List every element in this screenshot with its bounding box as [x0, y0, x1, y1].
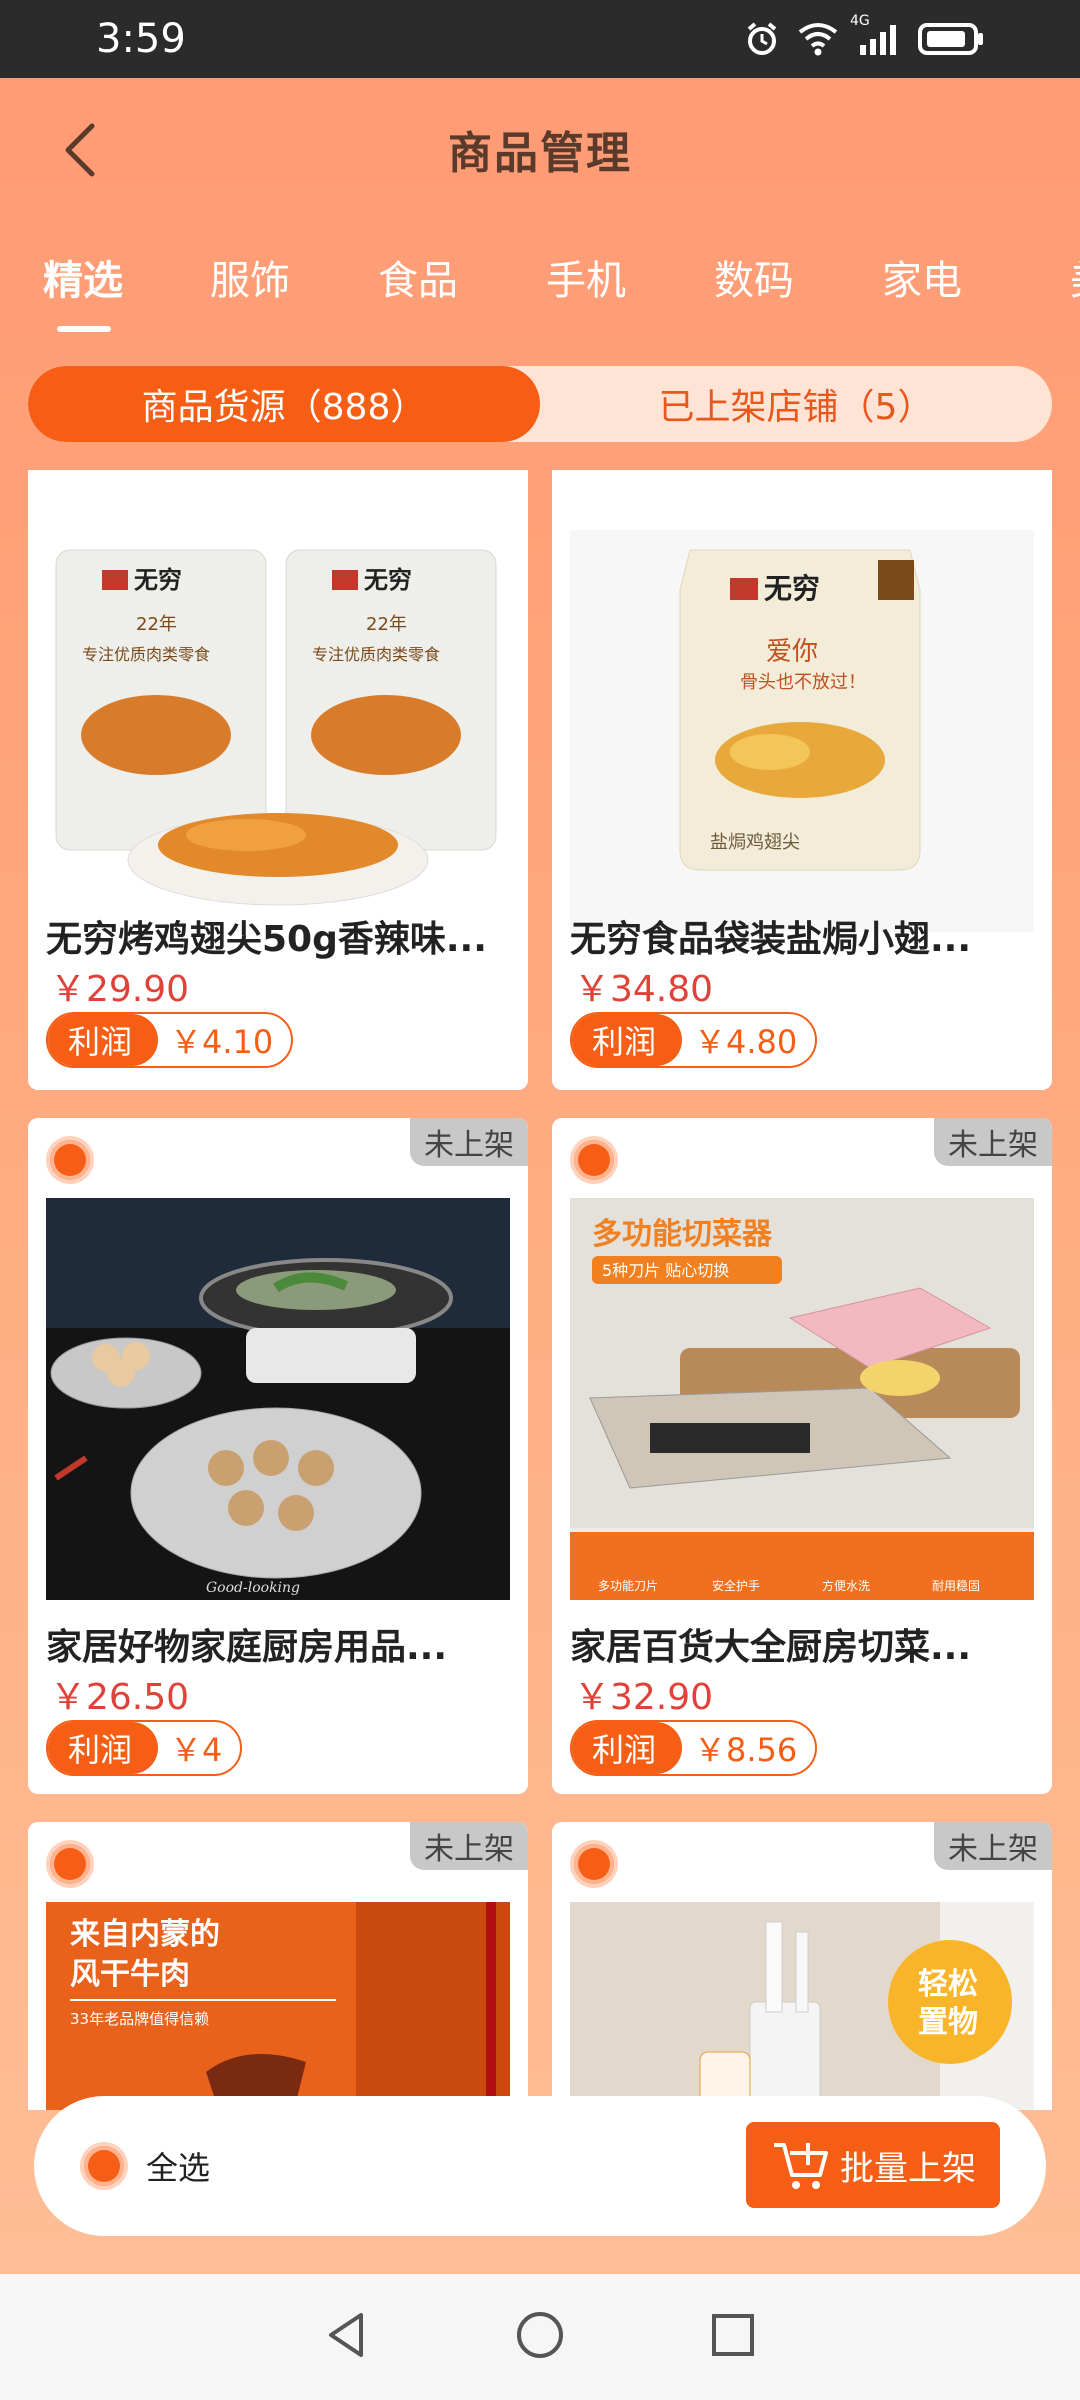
chevron-left-icon [65, 123, 95, 177]
storage-text-2: 置物 [918, 2005, 978, 2040]
status-badge: 未上架 [934, 1118, 1052, 1166]
product-name: 家居百货大全厨房切菜... [570, 1627, 972, 1668]
status-bar: 3:59 4G [0, 0, 1080, 78]
product-price: ￥29.90 [50, 969, 190, 1010]
bag-years-text-2: 22年 [366, 614, 407, 635]
tab-apparel[interactable]: 服饰 [166, 230, 334, 306]
bag-brand-text: 无穷 [134, 566, 182, 594]
product-image: 无穷 爱你 骨头也不放过！ 盐焗鸡翅尖 [570, 530, 1034, 932]
profit-value: ￥4.10 [170, 1023, 274, 1061]
profit-label: 利润 [48, 1722, 159, 1774]
batch-list-label: 批量上架 [840, 2148, 976, 2189]
slicer-feature-2: 安全护手 [712, 1578, 760, 1593]
slicer-sub-text: 5种刀片 贴心切换 [602, 1261, 729, 1280]
profit-label: 利润 [48, 1014, 159, 1066]
product-name: 无穷烤鸡翅尖50g香辣味... [46, 919, 487, 960]
header: 商品管理 [0, 84, 1080, 214]
product-price: ￥26.50 [50, 1677, 190, 1718]
select-radio[interactable] [46, 1136, 94, 1184]
product-image: Good-looking [46, 1198, 510, 1600]
tab-featured[interactable]: 精选 [0, 230, 166, 332]
select-radio[interactable] [570, 1840, 618, 1888]
profit-tag: 利润 ￥4.80 [570, 1012, 818, 1068]
nav-recents-icon[interactable] [707, 2309, 759, 2365]
tab-digital[interactable]: 数码 [670, 230, 838, 306]
beef-title-2: 风干牛肉 [70, 1957, 190, 1992]
bag-brand-text-3: 无穷 [764, 572, 820, 605]
status-time: 3:59 [96, 16, 186, 62]
bag-brand-text-2: 无穷 [364, 566, 412, 594]
slicer-feature-1: 多功能刀片 [598, 1579, 658, 1593]
bottom-action-bar: 全选 批量上架 [34, 2096, 1046, 2236]
bag-love-sub-text: 骨头也不放过！ [740, 672, 866, 693]
product-price: ￥34.80 [574, 969, 714, 1010]
status-badge: 未上架 [934, 1822, 1052, 1870]
status-icons: 4G [744, 13, 984, 57]
profit-label: 利润 [572, 1014, 683, 1066]
bag-years-text: 22年 [136, 614, 177, 635]
select-all-label: 全选 [146, 2149, 211, 2187]
source-segment: 商品货源（888） 已上架店铺（5） [28, 366, 1052, 442]
tab-beauty[interactable]: 美 [1006, 230, 1080, 306]
product-card[interactable]: 未上架 多功能切菜器 5种刀片 贴心切换 多功能刀片 安全护手 方便水洗 耐用稳… [552, 1118, 1052, 1794]
alarm-icon [744, 21, 780, 57]
bag-tagline-text-2: 专注优质肉类零食 [312, 645, 440, 664]
profit-tag: 利润 ￥8.56 [570, 1720, 818, 1776]
status-badge: 未上架 [410, 1118, 528, 1166]
network-type: 4G [850, 13, 870, 29]
product-card[interactable]: 未上架 轻松 置物 [552, 1822, 1052, 2110]
beef-sub: 33年老品牌值得信赖 [70, 2010, 209, 2028]
product-name: 家居好物家庭厨房用品... [46, 1627, 448, 1668]
select-radio[interactable] [46, 1840, 94, 1888]
back-button[interactable] [50, 120, 110, 180]
select-all-toggle[interactable]: 全选 [80, 2142, 210, 2190]
product-image: 无穷 22年 专注优质肉类零食 无穷 22年 专注优质肉类零食 [46, 530, 510, 932]
tab-appliances[interactable]: 家电 [838, 230, 1006, 306]
batch-list-button[interactable]: 批量上架 [746, 2122, 1000, 2208]
select-radio[interactable] [570, 1136, 618, 1184]
tab-food[interactable]: 食品 [334, 230, 502, 306]
profit-label: 利润 [572, 1722, 683, 1774]
slicer-feature-4: 耐用稳固 [932, 1578, 980, 1593]
profit-value: ￥8.56 [694, 1731, 798, 1769]
profit-tag: 利润 ￥4.10 [46, 1012, 294, 1068]
segment-product-source[interactable]: 商品货源（888） [28, 366, 540, 442]
product-image: 来自内蒙的 风干牛肉 33年老品牌值得信赖 [46, 1902, 510, 2110]
profit-value: ￥4 [170, 1731, 223, 1769]
bag-salted-text: 盐焗鸡翅尖 [710, 832, 800, 853]
product-card[interactable]: 未上架 Good-looking 家居好物家庭厨房用品... ￥26.50 利润 [28, 1118, 528, 1794]
tab-phones[interactable]: 手机 [502, 230, 670, 306]
system-nav-bar [0, 2274, 1080, 2400]
slicer-title-text: 多功能切菜器 [592, 1217, 773, 1252]
product-image: 轻松 置物 [570, 1902, 1034, 2110]
status-badge: 未上架 [410, 1822, 528, 1870]
storage-text-1: 轻松 [918, 1967, 978, 2002]
beef-title-1: 来自内蒙的 [70, 1917, 220, 1952]
select-all-radio[interactable] [80, 2142, 128, 2190]
image-caption-text: Good-looking [206, 1580, 300, 1596]
product-name: 无穷食品袋装盐焗小翅... [570, 919, 972, 960]
slicer-feature-3: 方便水洗 [822, 1578, 870, 1593]
product-card[interactable]: 无穷 爱你 骨头也不放过！ 盐焗鸡翅尖 无穷食品袋装盐焗小翅... ￥34.80… [552, 470, 1052, 1090]
page-title: 商品管理 [448, 128, 632, 179]
product-card[interactable]: 无穷 22年 专注优质肉类零食 无穷 22年 专注优质肉类零食 无穷烤鸡翅尖50… [28, 470, 528, 1090]
profit-tag: 利润 ￥4 [46, 1720, 243, 1776]
product-card[interactable]: 未上架 来自内蒙的 风干牛肉 33年老品牌值得信赖 [28, 1822, 528, 2110]
bag-love-text: 爱你 [766, 637, 818, 667]
cart-icon [774, 2143, 828, 2189]
bag-tagline-text: 专注优质肉类零食 [82, 645, 210, 664]
battery-icon [918, 21, 984, 57]
nav-home-icon[interactable] [514, 2309, 566, 2365]
product-price: ￥32.90 [574, 1677, 714, 1718]
category-tabs: 精选 服饰 食品 手机 数码 家电 美 [0, 230, 1080, 340]
wifi-icon [798, 22, 838, 56]
product-image: 多功能切菜器 5种刀片 贴心切换 多功能刀片 安全护手 方便水洗 耐用稳固 [570, 1198, 1034, 1600]
segment-listed-stores[interactable]: 已上架店铺（5） [540, 366, 1052, 442]
profit-value: ￥4.80 [694, 1023, 798, 1061]
product-grid: 无穷 22年 专注优质肉类零食 无穷 22年 专注优质肉类零食 无穷烤鸡翅尖50… [28, 470, 1052, 2110]
signal-icon: 4G [850, 13, 900, 57]
nav-back-icon[interactable] [321, 2309, 373, 2365]
